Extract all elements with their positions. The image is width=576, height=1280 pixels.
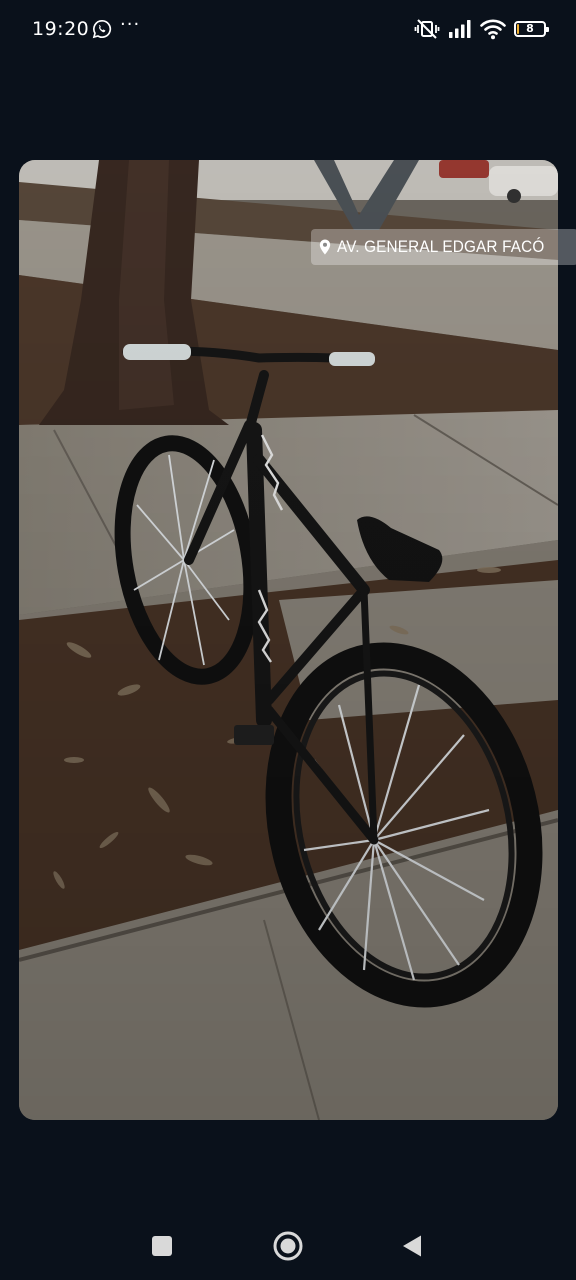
battery-icon: 8 <box>514 21 549 37</box>
location-text: AV. GENERAL EDGAR FACÓ <box>337 237 545 256</box>
wifi-icon <box>480 19 506 40</box>
location-sticker[interactable]: AV. GENERAL EDGAR FACÓ <box>311 229 576 265</box>
vibrate-off-icon <box>414 19 440 39</box>
status-bar: 19:20 ··· 8 <box>0 0 576 58</box>
phone-screen: 19:20 ··· 8 AV. GENERAL EDGAR FACÓ <box>0 0 576 1280</box>
story-photo[interactable] <box>19 160 558 1120</box>
status-time: 19:20 <box>32 18 90 40</box>
back-triangle-icon <box>403 1235 421 1257</box>
home-circle-icon <box>273 1231 303 1261</box>
battery-level: 8 <box>526 22 534 35</box>
whatsapp-icon <box>92 19 112 39</box>
recents-button[interactable] <box>146 1230 178 1262</box>
battery-tip <box>546 27 549 32</box>
more-dots-icon: ··· <box>120 14 141 35</box>
back-button[interactable] <box>396 1230 428 1262</box>
system-status-icons: 8 <box>414 17 549 41</box>
navigation-bar <box>0 1210 576 1280</box>
recents-square-icon <box>152 1236 172 1256</box>
home-button[interactable] <box>272 1230 304 1262</box>
signal-icon <box>449 20 471 38</box>
bicycle-photo <box>19 160 558 1120</box>
location-pin-icon <box>319 239 331 255</box>
